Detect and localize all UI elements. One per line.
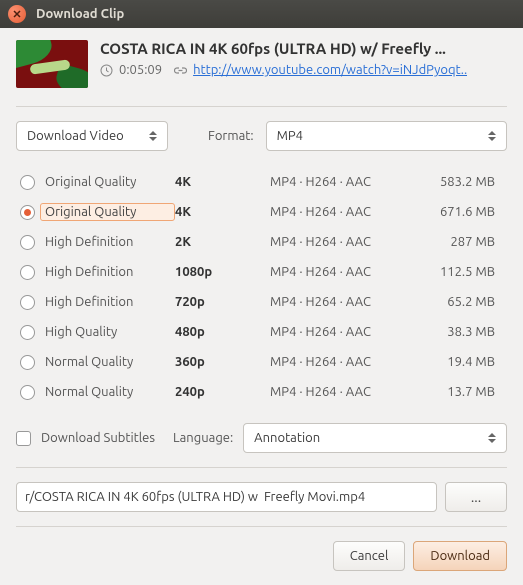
quality-codec: MP4 · H264 · AAC — [270, 175, 415, 189]
quality-resolution: 2K — [175, 235, 270, 249]
divider — [16, 467, 507, 468]
quality-radio[interactable] — [20, 385, 35, 400]
quality-codec: MP4 · H264 · AAC — [270, 265, 415, 279]
quality-radio[interactable] — [20, 175, 35, 190]
quality-row[interactable]: Normal Quality360pMP4 · H264 · AAC19.4 M… — [16, 347, 507, 377]
download-button[interactable]: Download — [413, 541, 507, 571]
video-info: COSTA RICA IN 4K 60fps (ULTRA HD) w/ Fre… — [100, 40, 507, 88]
quality-size: 112.5 MB — [415, 265, 503, 279]
quality-radio[interactable] — [20, 235, 35, 250]
output-path-row: ... — [16, 482, 507, 512]
quality-resolution: 4K — [175, 175, 270, 189]
titlebar: Download Clip — [0, 0, 523, 28]
quality-name: High Definition — [45, 235, 175, 249]
quality-radio[interactable] — [20, 265, 35, 280]
window-title: Download Clip — [36, 7, 124, 21]
format-label: Format: — [208, 129, 254, 143]
quality-codec: MP4 · H264 · AAC — [270, 295, 415, 309]
quality-codec: MP4 · H264 · AAC — [270, 385, 415, 399]
browse-button[interactable]: ... — [445, 482, 507, 512]
quality-size: 13.7 MB — [415, 385, 503, 399]
video-thumbnail — [16, 40, 88, 88]
divider — [16, 526, 507, 527]
quality-size: 287 MB — [415, 235, 503, 249]
language-select[interactable]: Annotation — [243, 423, 507, 453]
quality-name: Original Quality — [45, 175, 175, 189]
quality-resolution: 360p — [175, 355, 270, 369]
quality-codec: MP4 · H264 · AAC — [270, 205, 415, 219]
stepper-icon — [488, 433, 500, 443]
link-icon — [174, 64, 187, 77]
language-value: Annotation — [254, 431, 320, 445]
quality-codec: MP4 · H264 · AAC — [270, 325, 415, 339]
subtitles-label: Download Subtitles — [41, 431, 155, 445]
cancel-button[interactable]: Cancel — [333, 541, 406, 571]
quality-size: 671.6 MB — [415, 205, 503, 219]
quality-row[interactable]: Original Quality4KMP4 · H264 · AAC671.6 … — [16, 197, 507, 227]
quality-row[interactable]: High Definition2KMP4 · H264 · AAC287 MB — [16, 227, 507, 257]
quality-name: High Quality — [45, 325, 175, 339]
close-icon — [13, 10, 21, 18]
quality-row[interactable]: High Quality480pMP4 · H264 · AAC38.3 MB — [16, 317, 507, 347]
quality-radio[interactable] — [20, 295, 35, 310]
output-path-input[interactable] — [16, 482, 437, 512]
quality-resolution: 1080p — [175, 265, 270, 279]
quality-size: 65.2 MB — [415, 295, 503, 309]
video-duration: 0:05:09 — [119, 63, 162, 77]
quality-resolution: 720p — [175, 295, 270, 309]
quality-codec: MP4 · H264 · AAC — [270, 355, 415, 369]
quality-row[interactable]: High Definition720pMP4 · H264 · AAC65.2 … — [16, 287, 507, 317]
divider — [16, 106, 507, 107]
quality-size: 38.3 MB — [415, 325, 503, 339]
quality-row[interactable]: Original Quality4KMP4 · H264 · AAC583.2 … — [16, 167, 507, 197]
video-url-link[interactable]: http://www.youtube.com/watch?v=iNJdPyoqt… — [193, 63, 467, 77]
stepper-icon — [488, 131, 500, 141]
quality-name: Normal Quality — [45, 355, 175, 369]
quality-radio[interactable] — [20, 325, 35, 340]
quality-size: 19.4 MB — [415, 355, 503, 369]
quality-radio[interactable] — [20, 205, 35, 220]
subtitles-checkbox[interactable] — [16, 431, 31, 446]
quality-size: 583.2 MB — [415, 175, 503, 189]
quality-list: Original Quality4KMP4 · H264 · AAC583.2 … — [16, 167, 507, 407]
quality-resolution: 480p — [175, 325, 270, 339]
clock-icon — [100, 64, 113, 77]
download-mode-select[interactable]: Download Video — [16, 121, 168, 151]
video-header: COSTA RICA IN 4K 60fps (ULTRA HD) w/ Fre… — [16, 40, 507, 88]
video-meta: 0:05:09 http://www.youtube.com/watch?v=i… — [100, 63, 507, 77]
dialog-footer: Cancel Download — [16, 541, 507, 571]
quality-name: Normal Quality — [45, 385, 175, 399]
quality-row[interactable]: Normal Quality240pMP4 · H264 · AAC13.7 M… — [16, 377, 507, 407]
format-value: MP4 — [277, 129, 303, 143]
dialog-content: COSTA RICA IN 4K 60fps (ULTRA HD) w/ Fre… — [0, 28, 523, 585]
quality-name: High Definition — [45, 265, 175, 279]
quality-row[interactable]: High Definition1080pMP4 · H264 · AAC112.… — [16, 257, 507, 287]
quality-name: Original Quality — [40, 203, 175, 221]
quality-radio[interactable] — [20, 355, 35, 370]
download-mode-value: Download Video — [27, 129, 124, 143]
quality-resolution: 4K — [175, 205, 270, 219]
top-controls: Download Video Format: MP4 — [16, 121, 507, 151]
quality-codec: MP4 · H264 · AAC — [270, 235, 415, 249]
stepper-icon — [149, 131, 161, 141]
video-title: COSTA RICA IN 4K 60fps (ULTRA HD) w/ Fre… — [100, 40, 507, 57]
quality-name: High Definition — [45, 295, 175, 309]
format-select[interactable]: MP4 — [266, 121, 507, 151]
close-button[interactable] — [8, 5, 26, 23]
subtitle-row: Download Subtitles Language: Annotation — [16, 423, 507, 453]
language-label: Language: — [173, 431, 233, 445]
quality-resolution: 240p — [175, 385, 270, 399]
